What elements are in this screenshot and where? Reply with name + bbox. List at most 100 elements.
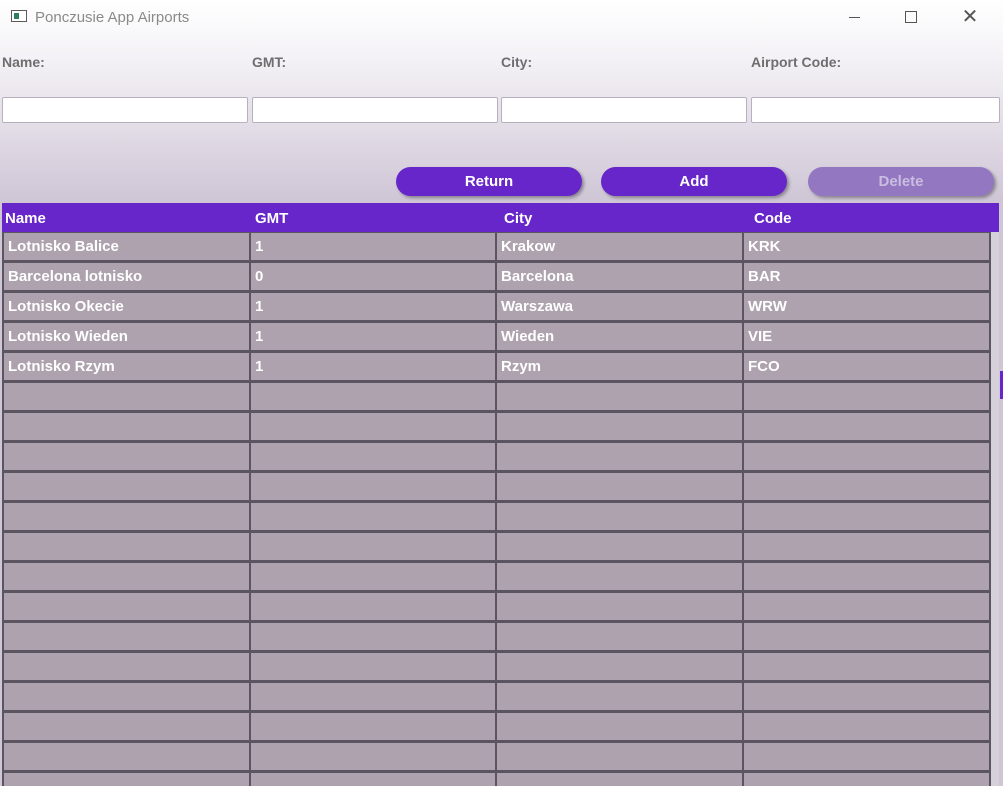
table-row[interactable]: Lotnisko Okecie 1 Warszawa WRW [2, 292, 999, 322]
cell-name[interactable] [4, 533, 249, 560]
cell-city[interactable]: Warszawa [497, 293, 742, 320]
cell-code[interactable] [744, 593, 989, 620]
cell-city[interactable] [497, 683, 742, 710]
cell-city[interactable] [497, 503, 742, 530]
column-header-city[interactable]: City [504, 210, 532, 227]
cell-city[interactable] [497, 413, 742, 440]
cell-city[interactable] [497, 473, 742, 500]
table-row-empty[interactable] [2, 592, 999, 622]
table-row-empty[interactable] [2, 742, 999, 772]
cell-city[interactable] [497, 563, 742, 590]
cell-gmt[interactable]: 1 [251, 323, 495, 350]
cell-name[interactable] [4, 713, 249, 740]
cell-gmt[interactable] [251, 503, 495, 530]
cell-name[interactable] [4, 563, 249, 590]
cell-gmt[interactable] [251, 593, 495, 620]
cell-gmt[interactable] [251, 683, 495, 710]
cell-code[interactable] [744, 473, 989, 500]
cell-gmt[interactable]: 1 [251, 353, 495, 380]
return-button[interactable]: Return [396, 167, 582, 196]
table-row[interactable]: Lotnisko Balice 1 Krakow KRK [2, 232, 999, 262]
cell-code[interactable] [744, 773, 989, 786]
cell-gmt[interactable] [251, 473, 495, 500]
table-row-empty[interactable] [2, 532, 999, 562]
cell-name[interactable]: Lotnisko Rzym [4, 353, 249, 380]
cell-code[interactable] [744, 443, 989, 470]
table-row-empty[interactable] [2, 382, 999, 412]
minimize-button[interactable] [831, 0, 877, 34]
cell-name[interactable] [4, 383, 249, 410]
table-row-empty[interactable] [2, 622, 999, 652]
cell-code[interactable] [744, 503, 989, 530]
name-input[interactable] [2, 97, 248, 123]
cell-city[interactable] [497, 593, 742, 620]
cell-name[interactable] [4, 653, 249, 680]
table-row[interactable]: Lotnisko Rzym 1 Rzym FCO [2, 352, 999, 382]
delete-button[interactable]: Delete [808, 167, 994, 196]
cell-gmt[interactable] [251, 533, 495, 560]
column-header-name[interactable]: Name [5, 210, 46, 227]
cell-gmt[interactable] [251, 413, 495, 440]
table-scroll-track[interactable] [991, 232, 999, 786]
cell-city[interactable] [497, 653, 742, 680]
cell-gmt[interactable] [251, 563, 495, 590]
cell-code[interactable] [744, 653, 989, 680]
airports-table[interactable]: Name GMT City Code Lotnisko Balice 1 Krako… [2, 203, 999, 786]
table-row-empty[interactable] [2, 502, 999, 532]
cell-code[interactable] [744, 413, 989, 440]
cell-gmt[interactable] [251, 623, 495, 650]
cell-city[interactable] [497, 773, 742, 786]
cell-gmt[interactable] [251, 743, 495, 770]
cell-gmt[interactable]: 1 [251, 293, 495, 320]
table-row-empty[interactable] [2, 472, 999, 502]
cell-city[interactable] [497, 533, 742, 560]
cell-code[interactable] [744, 713, 989, 740]
cell-city[interactable] [497, 713, 742, 740]
table-row-empty[interactable] [2, 772, 999, 786]
airport-code-input[interactable] [751, 97, 1000, 123]
cell-code[interactable] [744, 533, 989, 560]
cell-name[interactable] [4, 413, 249, 440]
cell-city[interactable]: Wieden [497, 323, 742, 350]
cell-name[interactable] [4, 623, 249, 650]
table-row-empty[interactable] [2, 412, 999, 442]
cell-code[interactable] [744, 563, 989, 590]
cell-gmt[interactable] [251, 773, 495, 786]
table-row-empty[interactable] [2, 442, 999, 472]
cell-name[interactable] [4, 443, 249, 470]
close-button[interactable]: ✕ [947, 0, 993, 34]
cell-name[interactable] [4, 683, 249, 710]
cell-gmt[interactable] [251, 653, 495, 680]
cell-city[interactable] [497, 743, 742, 770]
cell-name[interactable] [4, 503, 249, 530]
cell-code[interactable] [744, 623, 989, 650]
cell-name[interactable] [4, 743, 249, 770]
cell-name[interactable] [4, 773, 249, 786]
cell-gmt[interactable] [251, 713, 495, 740]
cell-code[interactable]: FCO [744, 353, 989, 380]
maximize-button[interactable] [888, 0, 934, 34]
cell-code[interactable] [744, 683, 989, 710]
table-row-empty[interactable] [2, 652, 999, 682]
column-header-gmt[interactable]: GMT [255, 210, 288, 227]
cell-code[interactable]: WRW [744, 293, 989, 320]
cell-gmt[interactable]: 1 [251, 233, 495, 260]
table-row-empty[interactable] [2, 562, 999, 592]
column-header-code[interactable]: Code [754, 210, 792, 227]
cell-city[interactable]: Krakow [497, 233, 742, 260]
cell-city[interactable]: Barcelona [497, 263, 742, 290]
cell-name[interactable]: Barcelona lotnisko [4, 263, 249, 290]
cell-code[interactable]: KRK [744, 233, 989, 260]
city-input[interactable] [501, 97, 747, 123]
cell-gmt[interactable]: 0 [251, 263, 495, 290]
table-row[interactable]: Barcelona lotnisko 0 Barcelona BAR [2, 262, 999, 292]
cell-name[interactable]: Lotnisko Balice [4, 233, 249, 260]
cell-code[interactable] [744, 743, 989, 770]
cell-name[interactable] [4, 593, 249, 620]
table-row-empty[interactable] [2, 712, 999, 742]
add-button[interactable]: Add [601, 167, 787, 196]
table-row-empty[interactable] [2, 682, 999, 712]
cell-city[interactable] [497, 383, 742, 410]
cell-city[interactable] [497, 623, 742, 650]
cell-code[interactable]: VIE [744, 323, 989, 350]
